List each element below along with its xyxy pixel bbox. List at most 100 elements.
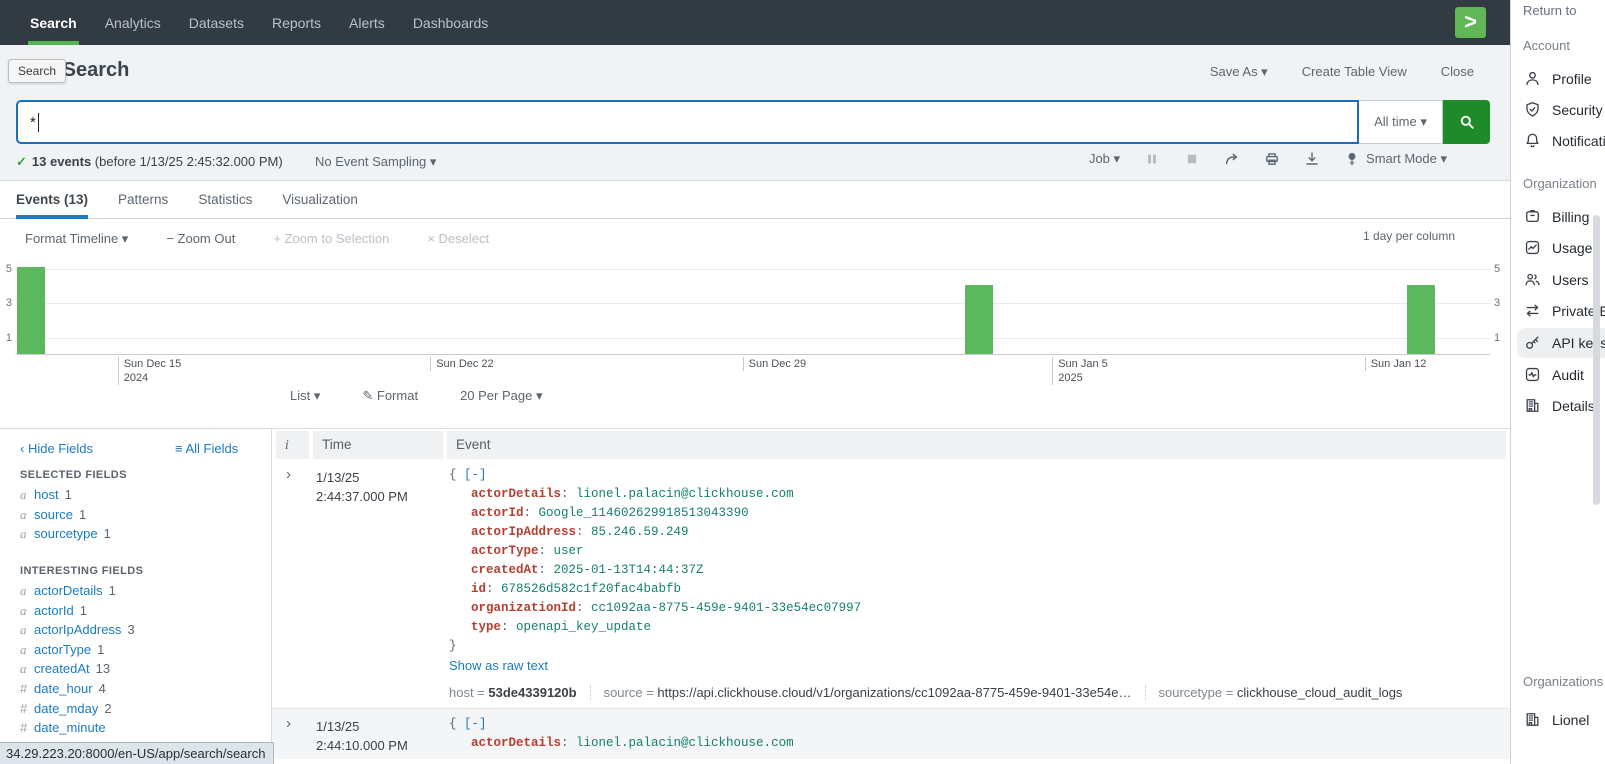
timeline-bar[interactable] [17, 267, 45, 354]
panel-item-users[interactable]: Users [1517, 265, 1605, 295]
tab-statistics[interactable]: Statistics [198, 181, 252, 218]
nav-item-reports[interactable]: Reports [258, 0, 335, 45]
all-fields-link[interactable]: ≡ All Fields [175, 441, 238, 456]
event-sampling-dropdown[interactable]: No Event Sampling ▾ [315, 154, 436, 170]
field-date_hour[interactable]: #date_hour4 [20, 681, 135, 701]
json-key[interactable]: organizationId [471, 601, 576, 615]
nav-item-datasets[interactable]: Datasets [175, 0, 258, 45]
field-name: date_minute [34, 720, 106, 735]
event-date: 1/13/25 [316, 468, 442, 487]
json-value[interactable]: lionel.palacin@clickhouse.com [576, 736, 794, 750]
timeline-bar[interactable] [965, 285, 993, 354]
json-value[interactable]: 85.246.59.249 [591, 525, 689, 539]
panel-item-usage[interactable]: Usage [1517, 233, 1605, 263]
json-key[interactable]: createdAt [471, 563, 539, 577]
tab-visualization[interactable]: Visualization [282, 181, 358, 218]
json-key[interactable]: actorDetails [471, 487, 561, 501]
save-as-button[interactable]: Save As ▾ [1210, 64, 1268, 80]
show-raw-text-link[interactable]: Show as raw text [449, 656, 1500, 675]
search-button[interactable] [1443, 100, 1490, 144]
json-key[interactable]: actorId [471, 506, 524, 520]
pause-icon[interactable] [1144, 151, 1160, 167]
smart-mode-dropdown[interactable]: Smart Mode ▾ [1344, 151, 1447, 167]
job-dropdown[interactable]: Job ▾ [1089, 151, 1120, 167]
create-table-view-button[interactable]: Create Table View [1302, 64, 1407, 80]
panel-item-billing[interactable]: Billing [1517, 202, 1605, 232]
stop-icon[interactable] [1184, 151, 1200, 167]
panel-scrollbar-thumb[interactable] [1593, 215, 1600, 505]
json-key[interactable]: id [471, 582, 486, 596]
field-date_mday[interactable]: #date_mday2 [20, 701, 135, 721]
json-key[interactable]: actorDetails [471, 736, 561, 750]
panel-item-profile[interactable]: Profile [1517, 64, 1605, 94]
panel-item-security[interactable]: Security [1517, 95, 1605, 125]
field-actorIpAddress[interactable]: aactorIpAddress3 [20, 622, 135, 642]
event-field-host[interactable]: host = 53de4339120b [449, 685, 577, 700]
zoom-out-button[interactable]: − Zoom Out [166, 231, 235, 247]
panel-item-lionel[interactable]: Lionel [1517, 705, 1605, 735]
search-input[interactable]: * [16, 100, 1359, 144]
expand-event-icon[interactable]: › [286, 466, 291, 483]
close-button[interactable]: Close [1441, 64, 1474, 80]
field-type-prefix: # [20, 681, 34, 696]
field-name: actorType [34, 642, 91, 657]
json-value[interactable]: 2025-01-13T14:44:37Z [554, 563, 704, 577]
panel-item-private-endpoints[interactable]: Private Endpoints [1517, 296, 1605, 326]
export-icon[interactable] [1304, 151, 1320, 167]
field-date_minute[interactable]: #date_minute [20, 720, 135, 740]
json-value[interactable]: cc1092aa-8775-459e-9401-33e54ec07997 [591, 601, 861, 615]
return-to-link[interactable]: Return to [1523, 3, 1576, 18]
expand-event-icon[interactable]: › [286, 715, 291, 732]
json-key[interactable]: type [471, 620, 501, 634]
tab-patterns[interactable]: Patterns [118, 181, 168, 218]
field-source[interactable]: asource1 [20, 507, 111, 527]
result-count: ✓13 events (before 1/13/25 2:45:32.000 P… [16, 154, 283, 170]
job-controls: Job ▾ [1089, 151, 1447, 167]
field-count: 4 [99, 681, 106, 696]
print-icon[interactable] [1264, 151, 1280, 167]
field-host[interactable]: ahost1 [20, 487, 111, 507]
panel-item-details[interactable]: Details [1517, 391, 1605, 421]
event-field-source[interactable]: source = https://api.clickhouse.cloud/v1… [604, 685, 1132, 700]
event-field-sourcetype[interactable]: sourcetype = clickhouse_cloud_audit_logs [1159, 685, 1403, 700]
json-value[interactable]: openapi_key_update [516, 620, 651, 634]
field-actorDetails[interactable]: aactorDetails1 [20, 583, 135, 603]
list-view-dropdown[interactable]: List ▾ [290, 388, 320, 404]
panel-item-notifications[interactable]: Notifications [1517, 126, 1605, 156]
time-range-picker[interactable]: All time ▾ [1359, 100, 1443, 144]
field-type-prefix: # [20, 701, 34, 716]
per-page-dropdown[interactable]: 20 Per Page ▾ [460, 388, 542, 404]
json-key[interactable]: actorType [471, 544, 539, 558]
zoom-to-selection-button[interactable]: + Zoom to Selection [273, 231, 389, 247]
share-icon[interactable] [1224, 151, 1240, 167]
field-actorType[interactable]: aactorType1 [20, 642, 135, 662]
collapse-json-toggle[interactable]: [-] [464, 717, 487, 731]
json-value[interactable]: lionel.palacin@clickhouse.com [576, 487, 794, 501]
format-results-button[interactable]: ✎ Format [362, 388, 418, 404]
event-field-value: https://api.clickhouse.cloud/v1/organiza… [657, 685, 1131, 700]
deselect-button[interactable]: × Deselect [427, 231, 489, 247]
collapse-json-toggle[interactable]: [-] [464, 468, 487, 482]
splunk-logo[interactable]: > [1455, 7, 1486, 38]
nav-item-alerts[interactable]: Alerts [335, 0, 399, 45]
field-createdAt[interactable]: acreatedAt13 [20, 661, 135, 681]
field-count: 1 [80, 603, 87, 618]
y-axis-label: 5 [0, 263, 12, 275]
json-value[interactable]: user [554, 544, 584, 558]
panel-item-audit[interactable]: Audit [1517, 360, 1605, 390]
nav-item-analytics[interactable]: Analytics [91, 0, 175, 45]
json-value[interactable]: Google_114602629918513043390 [539, 506, 749, 520]
tab-events[interactable]: Events (13) [16, 181, 88, 218]
event-field-key: source = [604, 685, 658, 700]
hide-fields-link[interactable]: ‹ Hide Fields [20, 441, 93, 456]
nav-item-search[interactable]: Search [16, 0, 91, 45]
field-sourcetype[interactable]: asourcetype1 [20, 526, 111, 546]
format-timeline-dropdown[interactable]: Format Timeline ▾ [25, 231, 128, 247]
field-actorId[interactable]: aactorId1 [20, 603, 135, 623]
nav-item-dashboards[interactable]: Dashboards [399, 0, 503, 45]
json-colon: : [524, 506, 539, 520]
json-value[interactable]: 678526d582c1f20fac4babfb [501, 582, 681, 596]
panel-item-api-keys[interactable]: API keys [1517, 328, 1605, 358]
json-key[interactable]: actorIpAddress [471, 525, 576, 539]
timeline-bar[interactable] [1407, 285, 1435, 354]
